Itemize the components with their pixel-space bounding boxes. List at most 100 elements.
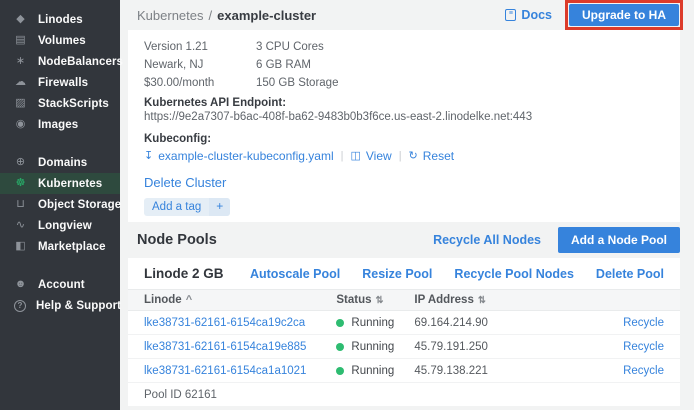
kubernetes-wheel-icon: ☸ bbox=[13, 178, 28, 189]
kubeconfig-filename: example-cluster-kubeconfig.yaml bbox=[158, 149, 333, 163]
column-header-ip-address[interactable]: IP Address bbox=[414, 294, 473, 306]
sidebar-item-label: Images bbox=[38, 119, 78, 131]
sidebar-item-help-support[interactable]: ? Help & Support bbox=[0, 295, 120, 316]
status-text: Running bbox=[351, 317, 394, 329]
node-pools-title: Node Pools bbox=[137, 232, 217, 248]
node-pool-card: Linode 2 GB Autoscale Pool Resize Pool R… bbox=[128, 258, 680, 406]
sidebar-item-label: Firewalls bbox=[38, 77, 88, 89]
pool-id-footer: Pool ID 62161 bbox=[128, 383, 680, 406]
cluster-cpu: 3 CPU Cores bbox=[256, 38, 664, 56]
pool-name: Linode 2 GB bbox=[144, 266, 224, 281]
node-pools-header: Node Pools Recycle All Nodes Add a Node … bbox=[120, 222, 694, 258]
table-row: lke38731-62161-6154ca1a1021 Running 45.7… bbox=[128, 359, 680, 383]
sidebar-item-volumes[interactable]: ▤ Volumes bbox=[0, 30, 120, 51]
sidebar-item-label: Domains bbox=[38, 157, 87, 169]
divider: | bbox=[399, 150, 402, 162]
domains-globe-icon: ⊕ bbox=[13, 157, 28, 168]
column-header-linode[interactable]: Linode bbox=[144, 294, 182, 306]
breadcrumb-current: example-cluster bbox=[217, 8, 316, 23]
column-header-status[interactable]: Status bbox=[336, 294, 371, 306]
delete-pool-link[interactable]: Delete Pool bbox=[596, 267, 664, 281]
node-name-link[interactable]: lke38731-62161-6154ca19e885 bbox=[144, 341, 306, 353]
help-question-icon: ? bbox=[14, 300, 26, 312]
node-pools-actions: Recycle All Nodes Add a Node Pool bbox=[433, 227, 680, 253]
status-dot-icon bbox=[336, 319, 344, 327]
divider: | bbox=[341, 150, 344, 162]
cluster-storage: 150 GB Storage bbox=[256, 74, 664, 92]
kubeconfig-download-link[interactable]: ↧ example-cluster-kubeconfig.yaml bbox=[144, 149, 334, 163]
sidebar-item-label: Kubernetes bbox=[38, 178, 102, 190]
sort-icon[interactable]: ⇅ bbox=[376, 295, 384, 306]
sidebar-item-label: Account bbox=[38, 279, 85, 291]
kubeconfig-label: Kubeconfig: bbox=[144, 132, 664, 146]
delete-cluster-link[interactable]: Delete Cluster bbox=[144, 175, 226, 190]
add-tag-label: Add a tag bbox=[144, 198, 209, 216]
recycle-node-link[interactable]: Recycle bbox=[623, 317, 664, 329]
breadcrumb-root[interactable]: Kubernetes bbox=[137, 8, 204, 23]
upgrade-ha-highlight-box: Upgrade to HA bbox=[565, 0, 683, 30]
node-name-link[interactable]: lke38731-62161-6154ca1a1021 bbox=[144, 365, 306, 377]
kubeconfig-reset-link[interactable]: ↻ Reset bbox=[409, 149, 455, 163]
sidebar-item-stackscripts[interactable]: ▨ StackScripts bbox=[0, 93, 120, 114]
sidebar-item-label: StackScripts bbox=[38, 98, 109, 110]
node-name-link[interactable]: lke38731-62161-6154ca19c2ca bbox=[144, 317, 305, 329]
status-dot-icon bbox=[336, 343, 344, 351]
images-icon: ◉ bbox=[13, 119, 28, 130]
volumes-icon: ▤ bbox=[13, 35, 28, 46]
docs-label: Docs bbox=[521, 8, 552, 22]
ip-address: 45.79.191.250 bbox=[414, 341, 488, 353]
add-tag-button[interactable]: Add a tag + bbox=[144, 198, 230, 216]
recycle-pool-nodes-link[interactable]: Recycle Pool Nodes bbox=[454, 267, 574, 281]
docs-link[interactable]: ≡ Docs bbox=[505, 8, 552, 22]
pool-actions: Autoscale Pool Resize Pool Recycle Pool … bbox=[250, 267, 664, 281]
cluster-specs: Version 1.21 3 CPU Cores Newark, NJ 6 GB… bbox=[144, 38, 664, 92]
sidebar-item-longview[interactable]: ∿ Longview bbox=[0, 215, 120, 236]
recycle-node-link[interactable]: Recycle bbox=[623, 365, 664, 377]
sidebar-item-label: Longview bbox=[38, 220, 92, 232]
table-row: lke38731-62161-6154ca19e885 Running 45.7… bbox=[128, 335, 680, 359]
header-actions: ≡ Docs Upgrade to HA bbox=[505, 0, 683, 30]
cluster-price: $30.00/month bbox=[144, 74, 256, 92]
table-row: lke38731-62161-6154ca19c2ca Running 69.1… bbox=[128, 311, 680, 335]
cluster-summary-card: Version 1.21 3 CPU Cores Newark, NJ 6 GB… bbox=[128, 30, 680, 222]
cluster-ram: 6 GB RAM bbox=[256, 56, 664, 74]
sidebar-group-divider bbox=[0, 135, 120, 152]
add-node-pool-button[interactable]: Add a Node Pool bbox=[558, 227, 680, 253]
main-content: Kubernetes / example-cluster ≡ Docs Upgr… bbox=[120, 0, 694, 410]
sidebar-item-object-storage[interactable]: ⊔ Object Storage bbox=[0, 194, 120, 215]
api-endpoint-label: Kubernetes API Endpoint: bbox=[144, 96, 664, 110]
sidebar-item-domains[interactable]: ⊕ Domains bbox=[0, 152, 120, 173]
sidebar-item-label: Help & Support bbox=[36, 300, 121, 312]
kubeconfig-actions: ↧ example-cluster-kubeconfig.yaml | ◫ Vi… bbox=[144, 148, 664, 164]
cluster-region: Newark, NJ bbox=[144, 56, 256, 74]
longview-pulse-icon: ∿ bbox=[13, 220, 28, 231]
sort-ascending-icon[interactable]: ^ bbox=[186, 294, 192, 306]
sidebar-item-marketplace[interactable]: ◧ Marketplace bbox=[0, 236, 120, 257]
recycle-all-nodes-link[interactable]: Recycle All Nodes bbox=[433, 233, 541, 247]
sidebar-item-account[interactable]: ☻ Account bbox=[0, 274, 120, 295]
sidebar-item-images[interactable]: ◉ Images bbox=[0, 114, 120, 135]
docs-icon: ≡ bbox=[505, 9, 516, 21]
sidebar-item-label: Linodes bbox=[38, 14, 83, 26]
sidebar-group-divider bbox=[0, 257, 120, 274]
nodebalancers-icon: ∗ bbox=[13, 56, 28, 67]
upgrade-to-ha-button[interactable]: Upgrade to HA bbox=[569, 4, 679, 26]
breadcrumb-separator: / bbox=[209, 8, 213, 23]
linode-cube-icon: ◆ bbox=[13, 14, 28, 25]
sidebar-item-label: Volumes bbox=[38, 35, 86, 47]
sort-icon[interactable]: ⇅ bbox=[478, 295, 486, 306]
marketplace-bag-icon: ◧ bbox=[13, 241, 28, 252]
sidebar-item-kubernetes[interactable]: ☸ Kubernetes bbox=[0, 173, 120, 194]
recycle-node-link[interactable]: Recycle bbox=[623, 341, 664, 353]
plus-icon: + bbox=[209, 198, 230, 216]
resize-pool-link[interactable]: Resize Pool bbox=[362, 267, 432, 281]
status-dot-icon bbox=[336, 367, 344, 375]
autoscale-pool-link[interactable]: Autoscale Pool bbox=[250, 267, 340, 281]
kubeconfig-view-link[interactable]: ◫ View bbox=[350, 149, 391, 163]
page-header: Kubernetes / example-cluster ≡ Docs Upgr… bbox=[120, 0, 694, 30]
sidebar-item-linodes[interactable]: ◆ Linodes bbox=[0, 9, 120, 30]
stackscripts-icon: ▨ bbox=[13, 98, 28, 109]
sidebar-item-label: Marketplace bbox=[38, 241, 106, 253]
sidebar-item-firewalls[interactable]: ☁ Firewalls bbox=[0, 72, 120, 93]
sidebar-item-nodebalancers[interactable]: ∗ NodeBalancers bbox=[0, 51, 120, 72]
